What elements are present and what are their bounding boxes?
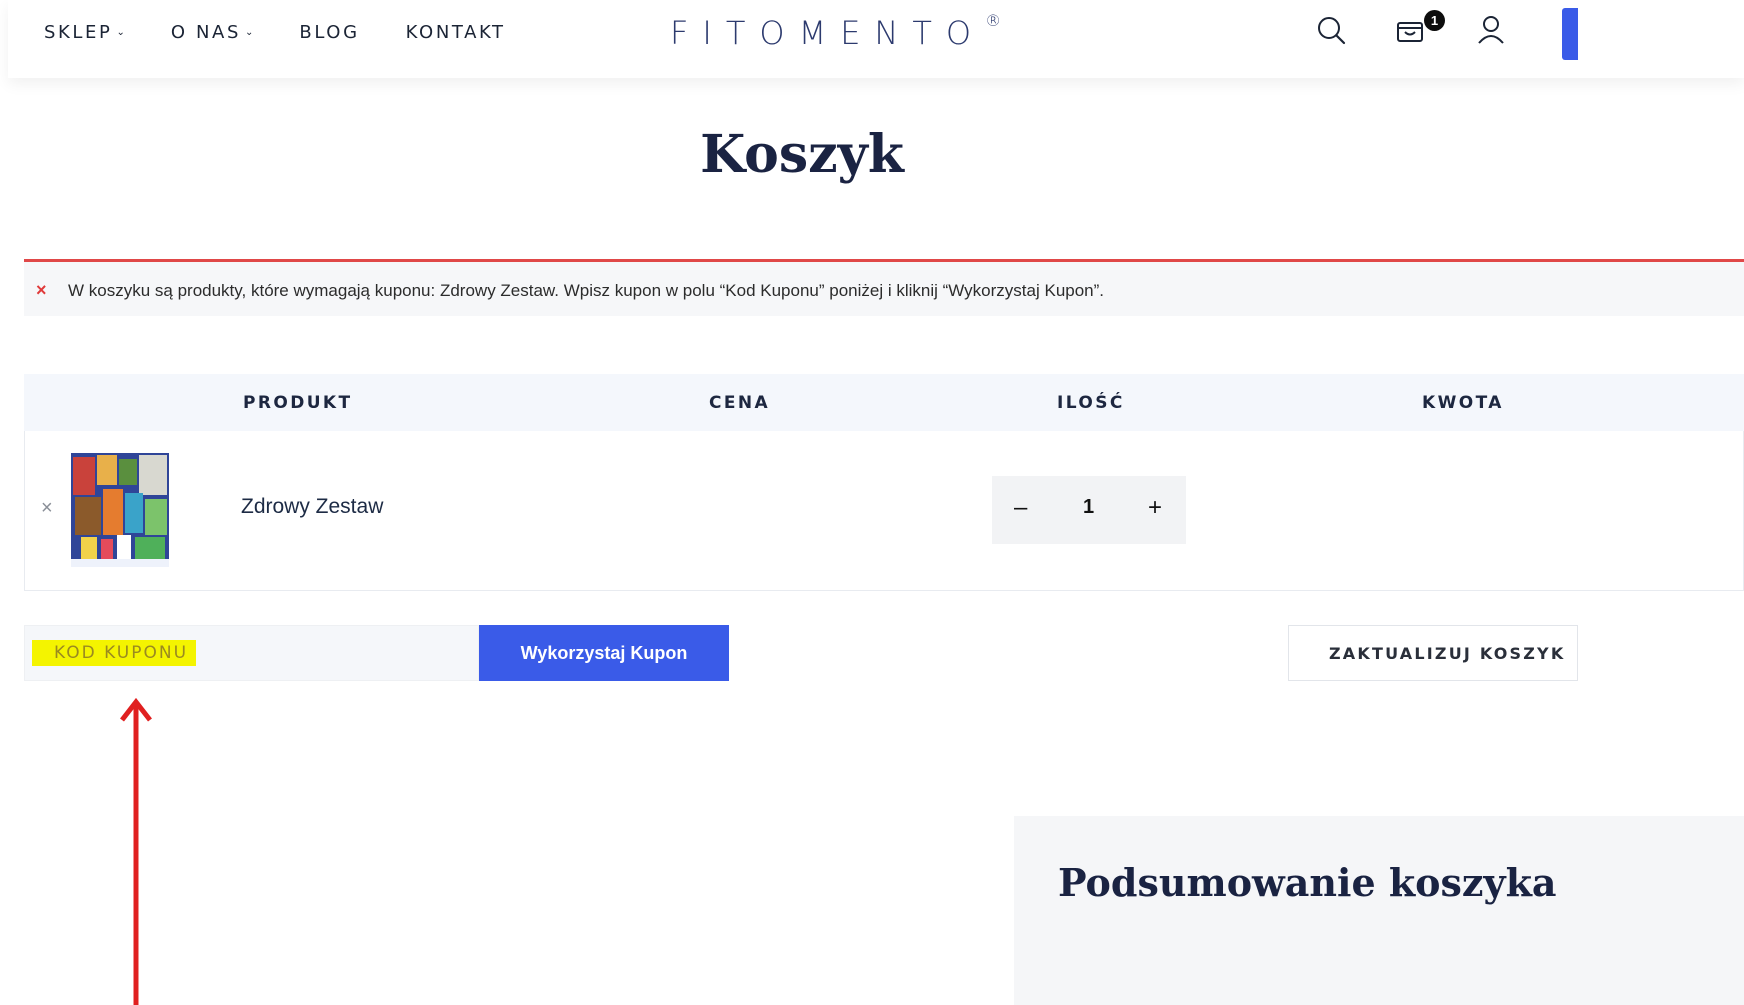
coupon-code-input[interactable]: KOD KUPONU [24,625,479,681]
quantity-increase-button[interactable]: + [1148,494,1162,522]
coupon-placeholder-highlighted: KOD KUPONU [32,640,197,666]
site-header: SKLEP ⌄ O NAS ⌄ BLOG KONTAKT FITOMENTO® 1 [8,0,1744,78]
quantity-stepper: – 1 + [992,476,1186,544]
header-cta-button[interactable] [1562,8,1578,60]
product-name-link[interactable]: Zdrowy Zestaw [241,495,383,519]
notice-message: W koszyku są produkty, które wymagają ku… [68,281,1105,300]
cart-totals-title: Podsumowanie koszyka [1058,860,1557,905]
table-row: × Zdrowy Zestaw – 1 + [24,431,1744,591]
nav-label: O NAS [170,22,241,43]
site-logo[interactable]: FITOMENTO® [670,11,1002,52]
cart-totals-panel: Podsumowanie koszyka [1014,816,1744,1005]
nav-label: BLOG [299,22,360,43]
nav-label: SKLEP [44,22,113,43]
column-header-cena: CENA [709,393,771,413]
nav-item-blog[interactable]: BLOG [299,22,359,43]
registered-mark: ® [985,11,1002,31]
product-thumbnail[interactable] [71,453,169,567]
main-nav: SKLEP ⌄ O NAS ⌄ BLOG KONTAKT [44,22,552,43]
search-icon[interactable] [1313,12,1349,48]
nav-item-sklep[interactable]: SKLEP ⌄ [44,22,125,43]
update-cart-button[interactable]: ZAKTUALIZUJ KOSZYK [1288,625,1578,681]
page-title: Koszyk [700,124,904,185]
column-header-produkt: PRODUKT [243,393,353,413]
nav-item-kontakt[interactable]: KONTAKT [406,22,506,43]
user-icon[interactable] [1473,12,1509,48]
remove-item-button[interactable]: × [41,497,53,520]
quantity-input[interactable]: 1 [1083,496,1094,519]
annotation-arrow-icon [120,697,152,1005]
quantity-decrease-button[interactable]: – [1014,494,1027,522]
error-icon: × [36,280,47,300]
coupon-required-notice: × W koszyku są produkty, które wymagają … [24,259,1744,316]
cart-count-badge: 1 [1424,10,1445,31]
cart-table-header: PRODUKT CENA ILOŚĆ KWOTA [24,374,1744,431]
chevron-down-icon: ⌄ [116,27,125,38]
column-header-kwota: KWOTA [1422,393,1504,413]
nav-item-o-nas[interactable]: O NAS ⌄ [171,22,253,43]
column-header-ilosc: ILOŚĆ [1057,393,1125,413]
logo-text: FITOMENTO [670,14,986,52]
apply-coupon-button[interactable]: Wykorzystaj Kupon [479,625,729,681]
chevron-down-icon: ⌄ [244,27,254,38]
nav-label: KONTAKT [405,22,506,43]
